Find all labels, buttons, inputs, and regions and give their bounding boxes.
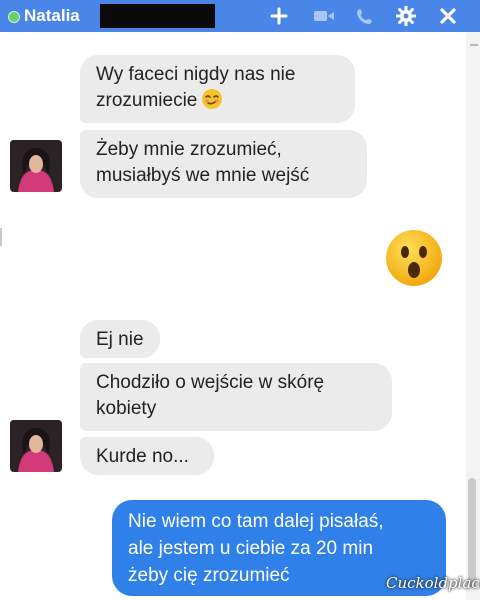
scrollbar-up-marker	[470, 44, 478, 46]
close-icon[interactable]	[437, 5, 459, 27]
surprised-face-emoji-icon	[384, 228, 444, 288]
contact-avatar[interactable]	[10, 140, 62, 192]
online-status-icon	[8, 11, 20, 23]
contact-avatar[interactable]	[10, 420, 62, 472]
scrollbar-thumb[interactable]	[468, 478, 476, 588]
received-message: Ej nie	[80, 320, 160, 358]
phone-icon[interactable]	[354, 5, 376, 27]
video-call-icon[interactable]	[312, 5, 336, 27]
message-line: musiałbyś we mnie wejść	[96, 165, 310, 186]
received-message: Kurde no...	[80, 437, 214, 475]
redaction-box	[100, 4, 215, 28]
message-line-text: zrozumiecie	[96, 90, 198, 111]
message-line: kobiety	[96, 398, 157, 419]
add-icon[interactable]	[268, 5, 290, 27]
message-line: ale jestem u ciebie za 20 min	[128, 538, 374, 559]
gear-icon[interactable]	[395, 5, 417, 27]
received-message: Chodziło o wejście w skórę kobiety	[80, 363, 392, 431]
received-message: Wy faceci nigdy nas nie zrozumiecie	[80, 55, 355, 123]
message-line: Wy faceci nigdy nas nie	[96, 64, 296, 85]
watermark-text: Cuckoldplace	[386, 574, 480, 592]
edge-marker	[0, 228, 2, 246]
message-line: Ej nie	[96, 329, 144, 350]
message-line: żeby cię zrozumieć	[128, 565, 290, 586]
message-line: Żeby mnie zrozumieć,	[96, 139, 282, 160]
message-line: Kurde no...	[96, 446, 189, 467]
message-line: Chodziło o wejście w skórę	[96, 372, 325, 393]
chat-header: Natalia	[0, 0, 480, 32]
smirk-emoji-icon	[201, 88, 223, 118]
received-message: Żeby mnie zrozumieć, musiałbyś we mnie w…	[80, 130, 367, 198]
message-line: Nie wiem co tam dalej pisałaś,	[128, 511, 384, 532]
contact-name[interactable]: Natalia	[24, 6, 80, 26]
message-line: zrozumiecie	[96, 88, 339, 118]
